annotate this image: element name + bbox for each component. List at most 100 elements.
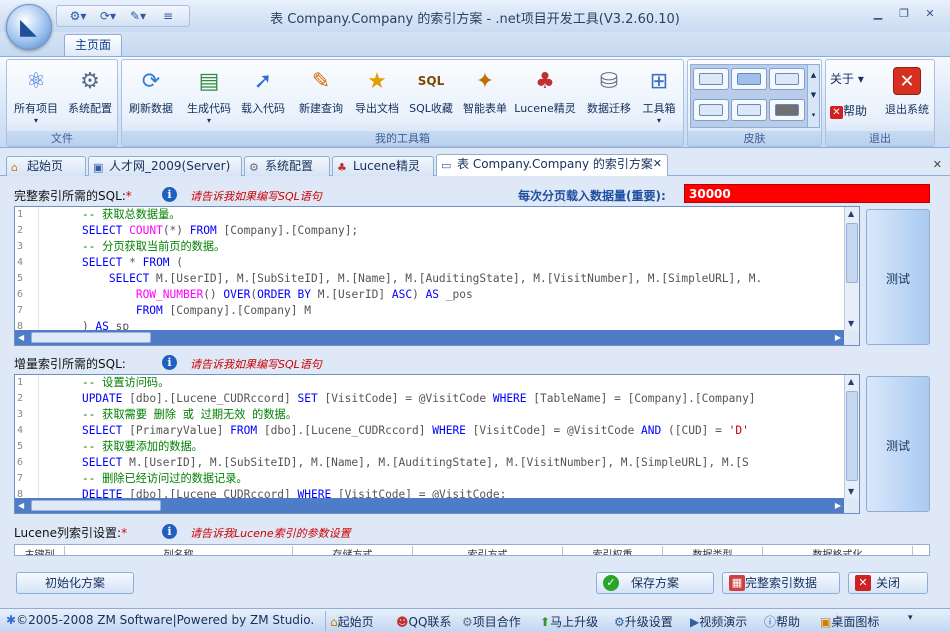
edit-quick-icon[interactable]: ✎▾ <box>125 7 151 25</box>
all-projects-button[interactable]: ⚛ 所有项目 ▾ <box>9 64 63 130</box>
cursor-icon: ➚ <box>253 68 273 94</box>
refresh-quick-icon[interactable]: ⟳▾ <box>95 7 121 25</box>
code-line: ROW_NUMBER() OVER(ORDER BY M.[UserID] AS… <box>135 288 473 301</box>
data-migration-button[interactable]: ⛁ 数据迁移 <box>582 64 636 130</box>
vertical-scrollbar[interactable]: ▲ ▼ <box>844 375 859 498</box>
close-button[interactable]: ✕ 关闭 <box>848 572 928 594</box>
info-icon[interactable]: i <box>162 187 177 202</box>
gear-icon: ⚙ <box>80 68 100 94</box>
help-button[interactable]: ✕ 帮助 <box>830 102 867 119</box>
line-number: 2 <box>17 393 24 404</box>
status-desktop-icon[interactable]: ▣桌面图标 <box>820 613 879 630</box>
skin-gallery-scroll[interactable]: ▲ ▼ ▾ <box>807 65 819 127</box>
line-number: 2 <box>17 225 24 236</box>
full-index-sql-editor[interactable]: 12345678 -- 获取总数据量。 SELECT COUNT(*) FROM… <box>14 206 860 346</box>
tab-start-page[interactable]: ⌂ 起始页 <box>6 156 86 176</box>
ribbon-group-label-toolbox: 我的工具箱 <box>122 131 683 146</box>
skin-option-1[interactable] <box>693 68 729 90</box>
grid-header[interactable]: 主键列 <box>15 546 65 555</box>
desktop-icon: ▣ <box>820 615 832 629</box>
status-upgrade-settings[interactable]: ⚙升级设置 <box>614 613 673 630</box>
ribbon-group-label-file: 文件 <box>7 131 117 146</box>
status-qq-contact[interactable]: ☻QQ联系 <box>396 613 451 630</box>
exit-system-button[interactable]: ✕ 退出系统 <box>880 64 934 130</box>
export-doc-button[interactable]: ★ 导出文档 <box>350 64 404 130</box>
incremental-index-sql-code[interactable]: -- 设置访问码。 UPDATE [dbo].[Lucene_CUDRccord… <box>55 375 844 498</box>
info-icon[interactable]: i <box>162 355 177 370</box>
line-number-gutter: 12345678 <box>15 375 39 500</box>
status-video-demo[interactable]: ▶视频演示 <box>690 613 747 630</box>
skin-option-6[interactable] <box>769 99 805 121</box>
tab-server[interactable]: ▣ 人才网_2009(Server) <box>88 156 242 176</box>
smart-form-button[interactable]: ✦ 智能表单 <box>458 64 512 130</box>
copyright-text: ✱©2005-2008 ZM Software|Powered by ZM St… <box>6 613 315 627</box>
grid-header[interactable]: 列名称 <box>65 546 293 555</box>
vertical-scrollbar[interactable]: ▲ ▼ <box>844 207 859 330</box>
tab-lucene[interactable]: ♣ Lucene精灵 <box>332 156 434 176</box>
full-index-sql-code[interactable]: -- 获取总数据量。 SELECT COUNT(*) FROM [Company… <box>55 207 844 330</box>
tab-close-icon[interactable]: ✕ <box>653 155 662 173</box>
chart-icon: ▤ <box>198 68 220 94</box>
refresh-icon: ⟳ <box>141 68 161 94</box>
about-button[interactable]: 关于 ▾ <box>830 70 864 87</box>
skin-option-2[interactable] <box>731 68 767 90</box>
code-line: FROM [Company].[Company] M <box>135 304 311 317</box>
code-line: DELETE [dbo].[Lucene_CUDRccord] WHERE [V… <box>81 488 507 498</box>
sql-hint-link[interactable]: 请告诉我如果编写SQL语句 <box>190 188 322 204</box>
generate-code-button[interactable]: ▤ 生成代码 ▾ <box>182 64 236 130</box>
skin-option-3[interactable] <box>769 68 805 90</box>
new-query-button[interactable]: ✎ 新建查询 <box>294 64 348 130</box>
line-number: 5 <box>17 441 24 452</box>
incremental-index-sql-editor[interactable]: 12345678 -- 设置访问码。 UPDATE [dbo].[Lucene_… <box>14 374 860 514</box>
init-scheme-button[interactable]: 初始化方案 <box>16 572 134 594</box>
line-number: 4 <box>17 257 24 268</box>
skin-option-5[interactable] <box>731 99 767 121</box>
lucene-hint-link[interactable]: 请告诉我Lucene索引的参数设置 <box>190 525 351 541</box>
complete-index-button[interactable]: ▦ 完整索引数据 <box>722 572 840 594</box>
grid-header[interactable]: 存储方式 <box>293 546 413 555</box>
document-tabs: ⌂ 起始页 ▣ 人才网_2009(Server) ⚙ 系统配置 ♣ Lucene精灵 ▭… <box>0 154 950 177</box>
save-scheme-button[interactable]: ✓ 保存方案 <box>596 572 714 594</box>
title-bar: ◣ ⚙▾ ⟳▾ ✎▾ ≡ 表 Company.Company 的索引方案 - .… <box>0 0 950 50</box>
index-icon: ▦ <box>729 575 745 591</box>
horizontal-scrollbar[interactable]: ◀ ▶ <box>15 330 844 345</box>
maximize-icon[interactable]: ❐ <box>892 4 916 22</box>
load-code-button[interactable]: ➚ 载入代码 <box>236 64 290 130</box>
grid-header[interactable]: 索引方式 <box>413 546 563 555</box>
status-upgrade-now[interactable]: ⬆马上升级 <box>540 613 598 630</box>
status-start-page[interactable]: ⌂起始页 <box>330 613 374 630</box>
toolbox-button[interactable]: ⊞ 工具箱 ▾ <box>634 64 684 130</box>
grid-header[interactable]: 数据格式化 <box>763 546 913 555</box>
test-full-index-button[interactable]: 测试 <box>866 209 930 345</box>
status-project-coop[interactable]: ⚙项目合作 <box>462 613 521 630</box>
info-icon[interactable]: i <box>162 524 177 539</box>
test-incremental-index-button[interactable]: 测试 <box>866 376 930 512</box>
customize-qat-icon[interactable]: ≡ <box>155 7 181 25</box>
code-line: SELECT M.[UserID], M.[SubSiteID], M.[Nam… <box>108 272 763 285</box>
lucene-wizard-button[interactable]: ♣ Lucene精灵 <box>514 64 576 130</box>
app-menu-orb[interactable]: ◣ <box>6 4 52 50</box>
sql-hint-link[interactable]: 请告诉我如果编写SQL语句 <box>190 356 322 372</box>
grid-header[interactable]: 数据类型 <box>663 546 763 555</box>
check-icon: ✓ <box>603 575 619 591</box>
close-all-tabs-icon[interactable]: ✕ <box>933 158 942 171</box>
line-number-gutter: 12345678 <box>15 207 39 332</box>
lucene-column-grid[interactable]: 主键列 列名称 存储方式 索引方式 索引权重 数据类型 数据格式化 <box>14 544 930 556</box>
sql-favorites-button[interactable]: SQL SQL收藏 <box>404 64 458 130</box>
page-size-input[interactable]: 30000 <box>684 184 930 203</box>
grid-header[interactable]: 索引权重 <box>563 546 663 555</box>
status-help[interactable]: ⓘ帮助 <box>764 613 800 630</box>
skin-option-4[interactable] <box>693 99 729 121</box>
help-x-icon: ✕ <box>830 106 843 119</box>
ribbon-tab-main[interactable]: 主页面 <box>64 34 122 56</box>
tab-index-scheme[interactable]: ▭ 表 Company.Company 的索引方案 ✕ <box>436 154 668 177</box>
minimize-icon[interactable]: ▁ <box>866 4 890 22</box>
settings-quick-icon[interactable]: ⚙▾ <box>65 7 91 25</box>
status-menu-arrow[interactable]: ▾ <box>908 613 913 623</box>
tab-system-config[interactable]: ⚙ 系统配置 <box>244 156 330 176</box>
close-window-icon[interactable]: ✕ <box>918 4 942 22</box>
system-config-button[interactable]: ⚙ 系统配置 <box>63 64 117 130</box>
horizontal-scrollbar[interactable]: ◀ ▶ <box>15 498 844 513</box>
refresh-data-button[interactable]: ⟳ 刷新数据 <box>124 64 178 130</box>
code-line: ) AS sp <box>55 320 130 330</box>
